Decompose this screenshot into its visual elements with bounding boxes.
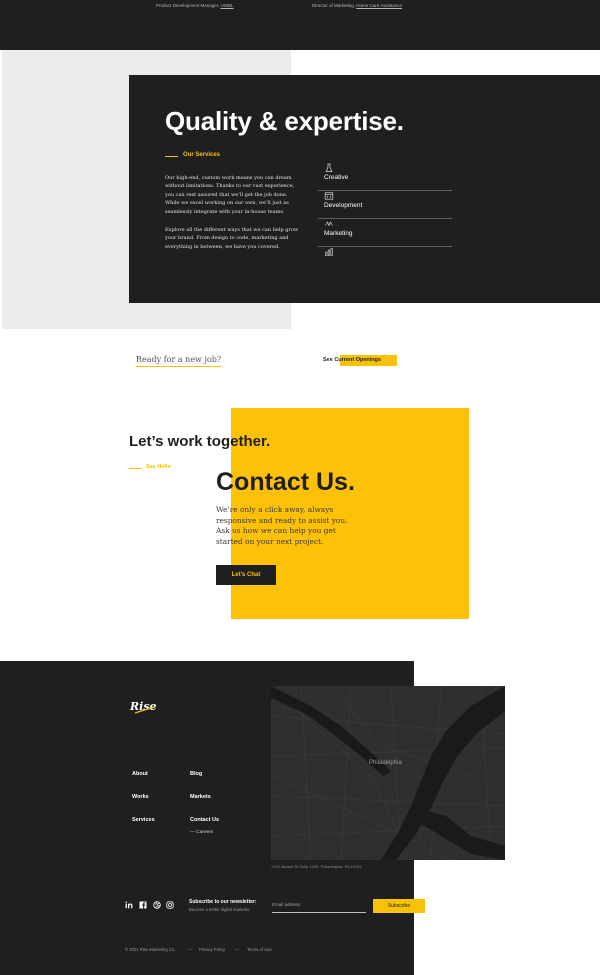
footer-link-markets[interactable]: Markets [190, 794, 211, 800]
service-item-marketing[interactable]: Marketing [318, 219, 452, 247]
map-graphic: Philadelphia [271, 686, 505, 860]
company-link-uwbl[interactable]: UWBL [221, 3, 234, 8]
footer-link-careers[interactable]: — Careers [190, 830, 213, 835]
footer-link-services[interactable]: Services [132, 817, 155, 823]
testimonial-caption-left: Product Development Manager, UWBL [156, 3, 234, 8]
footer-link-contact[interactable]: Contact Us [190, 817, 219, 823]
service-item-analytics[interactable] [318, 247, 452, 259]
svg-text:Philadelphia: Philadelphia [369, 760, 402, 766]
privacy-policy-link[interactable]: Privacy Policy [199, 947, 225, 952]
footer-link-works[interactable]: Works [132, 794, 149, 800]
facebook-icon[interactable] [139, 901, 147, 909]
newsletter-title: Subscribe to our newsletter: [189, 899, 257, 905]
service-label: Marketing [324, 230, 353, 237]
eyebrow-dash [165, 156, 178, 157]
testimonial-caption-right: Director of Marketing, Home Care Assista… [312, 3, 403, 8]
say-hello-eyebrow: Say Hello [146, 464, 171, 470]
copyright-text: © 2021 Rise Marketing Co. [125, 947, 176, 952]
footer-link-blog[interactable]: Blog [190, 771, 202, 777]
contact-title: Contact Us. [216, 468, 355, 496]
megaphone-icon [325, 221, 333, 227]
service-item-development[interactable]: Development [318, 191, 452, 219]
footer-separator: — [188, 947, 193, 952]
footer-link-about[interactable]: About [132, 771, 148, 777]
service-label: Creative [324, 174, 349, 181]
hello-dash [129, 468, 142, 469]
footer-separator: — [235, 947, 240, 952]
services-title: Quality & expertise. [165, 106, 404, 136]
service-item-creative[interactable]: Creative [318, 163, 452, 191]
map-address: 1700 Market St Suite 1005, Philadelphia,… [271, 864, 362, 869]
services-eyebrow: Our Services [183, 152, 221, 158]
services-paragraph-1: Our high-end, custom work means you can … [165, 175, 295, 215]
service-label: Development [324, 202, 363, 209]
code-window-icon [324, 192, 334, 200]
flask-icon [325, 163, 333, 172]
testimonial-strip [0, 0, 600, 50]
services-paragraph-2: Explore all the different ways that we c… [165, 227, 299, 250]
subscribe-button[interactable]: Subscribe [373, 899, 425, 913]
lets-chat-button[interactable]: Let’s Chat [216, 565, 276, 585]
work-together-title: Let’s work together. [129, 433, 271, 450]
contact-paragraph: We’re only a click away, always responsi… [216, 505, 348, 546]
dribbble-icon[interactable] [153, 901, 161, 909]
ready-for-job-text: Ready for a new job? [136, 355, 222, 367]
location-map[interactable]: Philadelphia [271, 686, 505, 860]
terms-of-use-link[interactable]: Terms of Use [247, 947, 272, 952]
newsletter-subtitle: Become a better digital marketer. [189, 907, 251, 912]
see-openings-link[interactable]: See Current Openings [323, 357, 381, 363]
linkedin-icon[interactable] [125, 901, 133, 909]
instagram-icon[interactable] [166, 901, 174, 909]
newsletter-email-input[interactable] [272, 897, 366, 913]
company-link-home-care[interactable]: Home Care Assistance [356, 3, 402, 8]
rise-logo[interactable]: Rise [129, 697, 159, 717]
bar-chart-icon [325, 248, 333, 256]
